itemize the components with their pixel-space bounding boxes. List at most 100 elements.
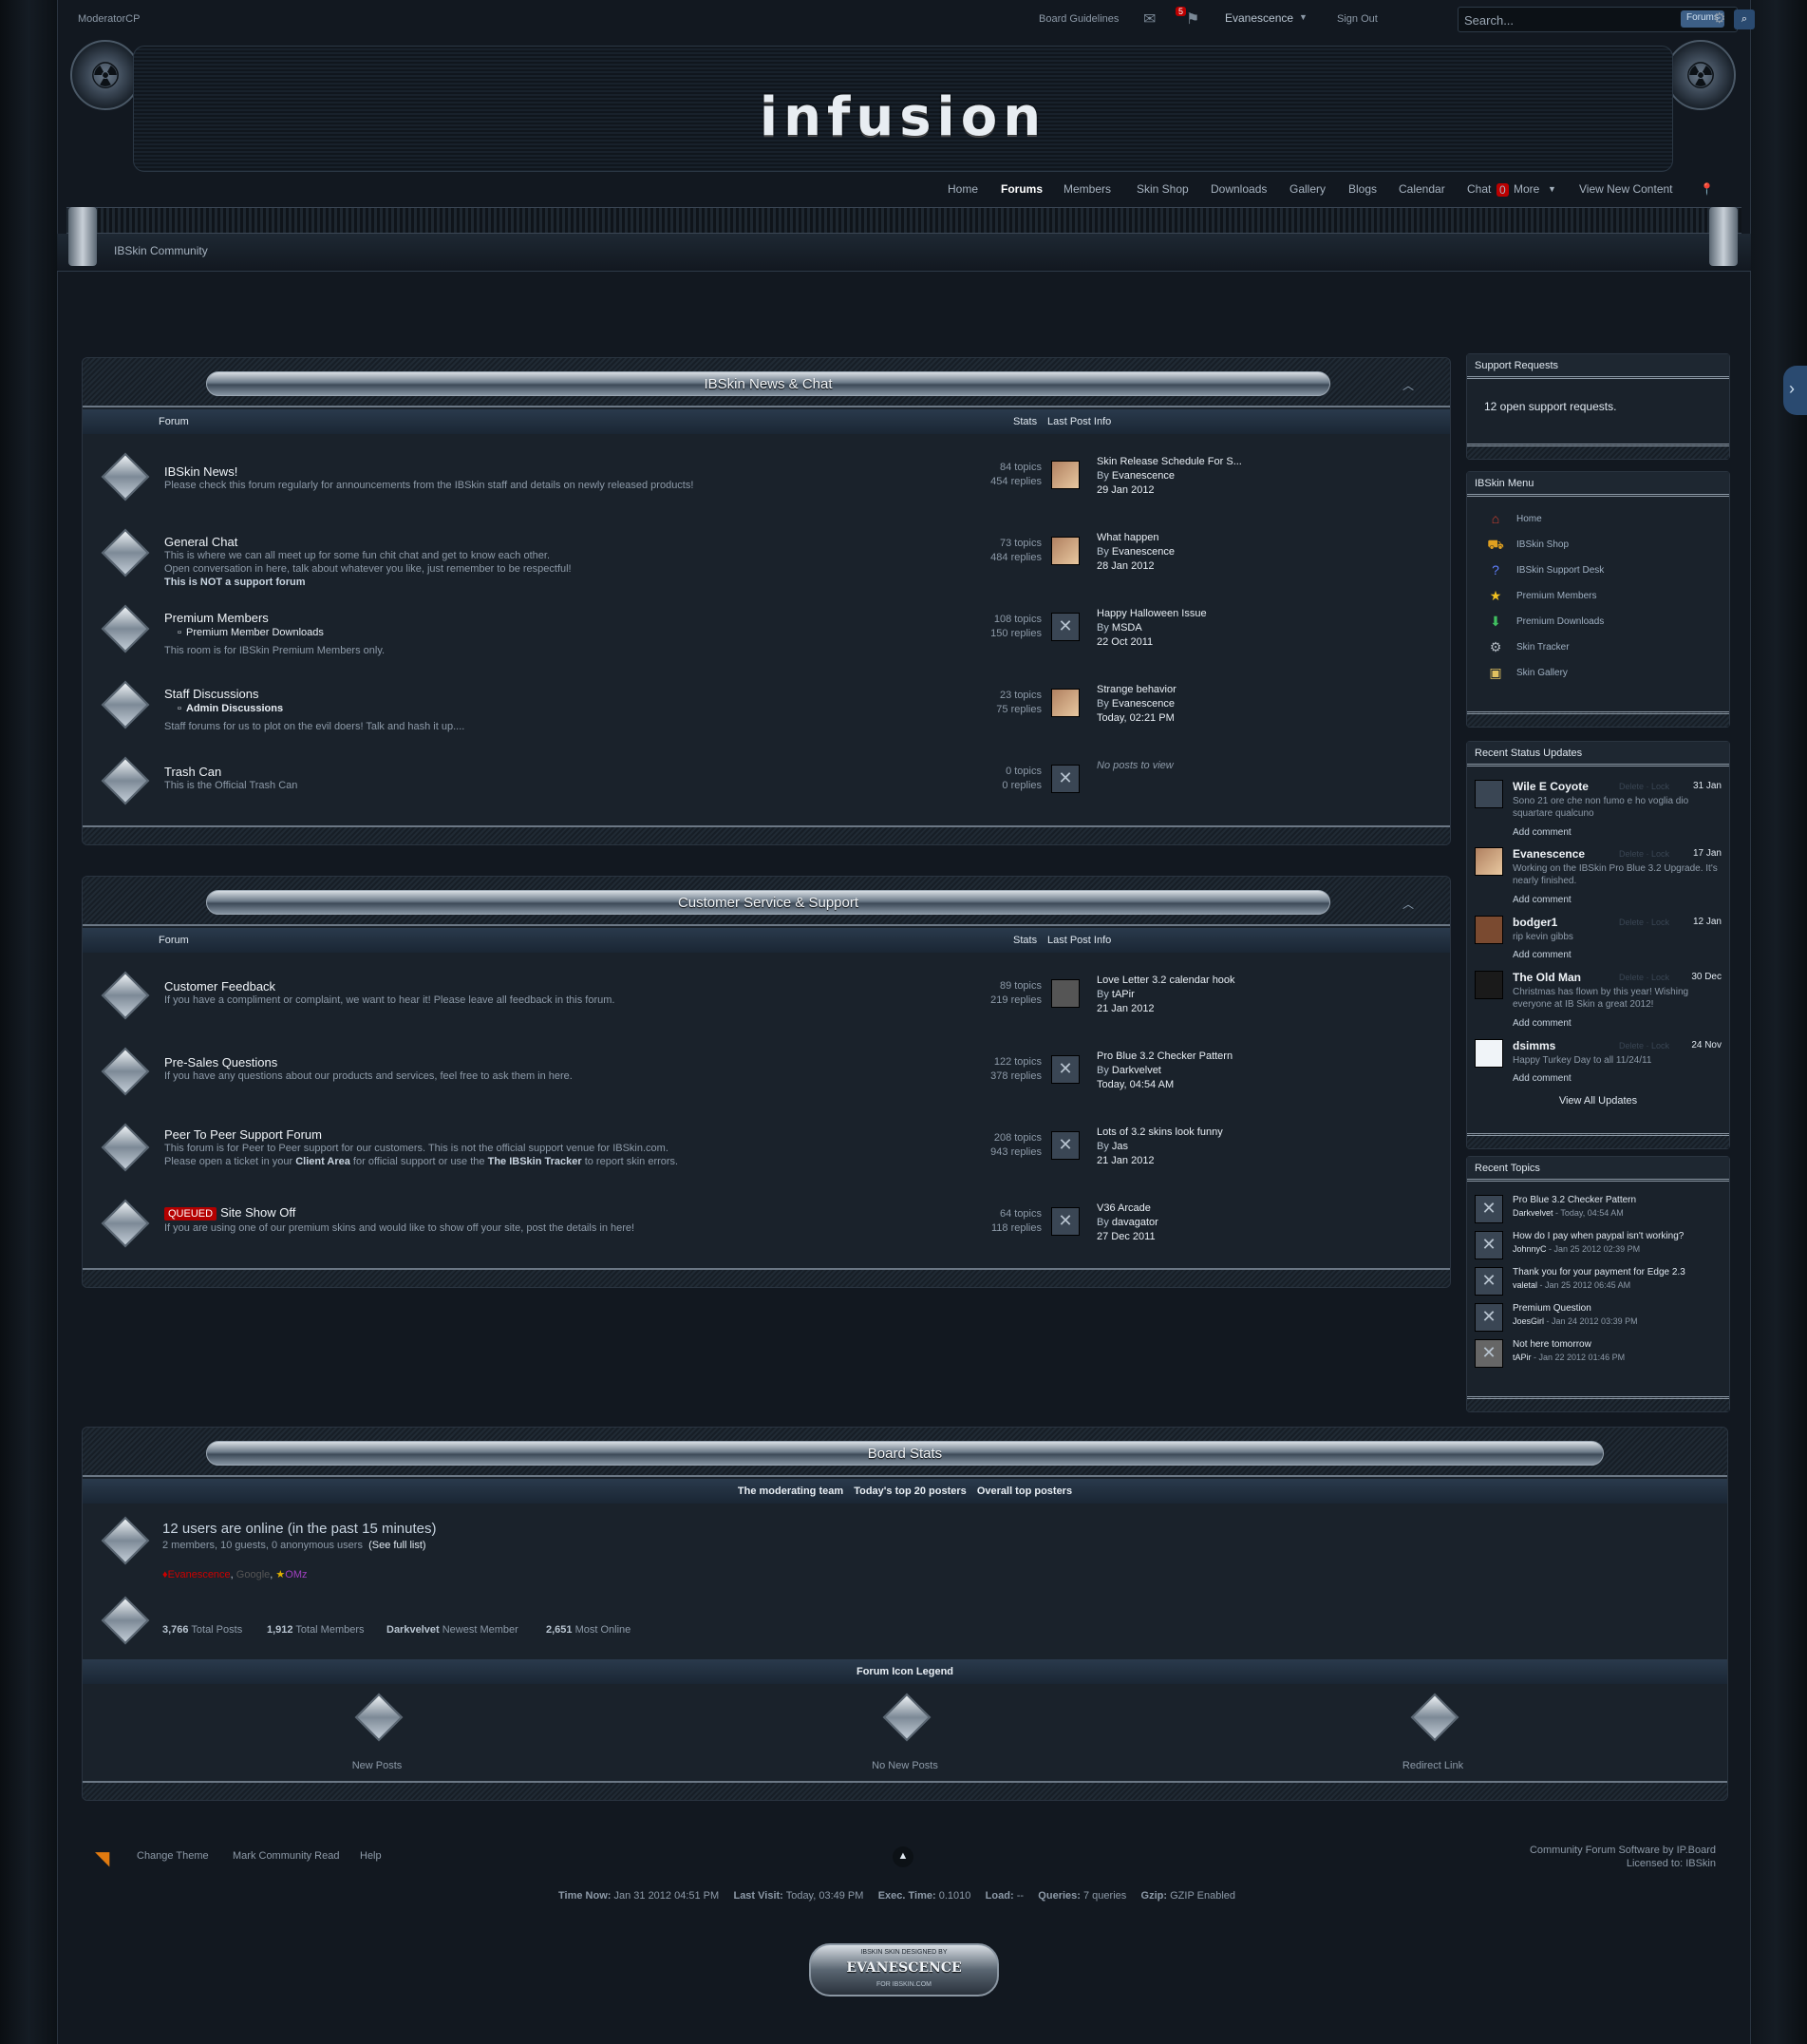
site-logo[interactable]: infusion <box>134 86 1672 148</box>
last-post-date[interactable]: 28 Jan 2012 <box>1097 559 1175 574</box>
avatar[interactable] <box>1475 1267 1503 1296</box>
status-user[interactable]: bodger1 <box>1513 916 1557 929</box>
nav-forums[interactable]: Forums <box>1001 182 1043 196</box>
last-post-user[interactable]: Evanescence <box>1112 546 1175 558</box>
inbox-icon[interactable]: ✉ <box>1143 9 1156 28</box>
last-post-user[interactable]: Darkvelvet <box>1112 1065 1161 1076</box>
nav-view-new-content[interactable]: View New Content <box>1579 182 1673 196</box>
avatar[interactable] <box>1051 537 1080 565</box>
topic-user[interactable]: Darkvelvet <box>1513 1208 1553 1218</box>
forum-name[interactable]: Staff Discussions <box>164 687 258 701</box>
breadcrumb[interactable]: IBSkin Community <box>114 244 208 257</box>
overall-top-posters-link[interactable]: Overall top posters <box>977 1486 1072 1497</box>
lock-link[interactable]: Lock <box>1651 849 1669 859</box>
topic-title[interactable]: Not here tomorrow <box>1513 1339 1591 1350</box>
forum-name[interactable]: Trash Can <box>164 765 221 779</box>
tracker-link[interactable]: The IBSkin Tracker <box>488 1156 582 1167</box>
last-post-date[interactable]: Today, 02:21 PM <box>1097 711 1176 726</box>
sign-out-link[interactable]: Sign Out <box>1337 13 1378 25</box>
add-comment-link[interactable]: Add comment <box>1513 1018 1572 1029</box>
forum-name[interactable]: IBSkin News! <box>164 464 237 479</box>
category-title-pill[interactable]: Customer Service & Support <box>206 890 1330 915</box>
last-post-title[interactable]: Strange behavior <box>1097 683 1176 697</box>
lock-link[interactable]: Lock <box>1651 918 1669 927</box>
delete-link[interactable]: Delete <box>1619 849 1644 859</box>
last-post-title[interactable]: Skin Release Schedule For S... <box>1097 455 1242 469</box>
avatar[interactable] <box>1475 1339 1503 1368</box>
back-to-top-arrow-icon[interactable]: ▲ <box>893 1846 913 1867</box>
topic-title[interactable]: Premium Question <box>1513 1303 1591 1314</box>
topic-title[interactable]: Thank you for your payment for Edge 2.3 <box>1513 1267 1685 1278</box>
last-post-date[interactable]: 29 Jan 2012 <box>1097 483 1242 498</box>
last-post-title[interactable]: Happy Halloween Issue <box>1097 607 1207 621</box>
forum-name[interactable]: Peer To Peer Support Forum <box>164 1127 322 1142</box>
credit-line1[interactable]: Community Forum Software by IP.Board <box>1530 1845 1716 1856</box>
forum-name[interactable]: Site Show Off <box>220 1205 295 1220</box>
settings-gear-icon[interactable]: ⚙ <box>1713 9 1725 27</box>
delete-link[interactable]: Delete <box>1619 1041 1644 1050</box>
last-post-user[interactable]: tAPir <box>1112 989 1135 1000</box>
delete-link[interactable]: Delete <box>1619 782 1644 791</box>
help-link[interactable]: Help <box>360 1850 382 1862</box>
delete-link[interactable]: Delete <box>1619 918 1644 927</box>
avatar[interactable] <box>1475 1195 1503 1223</box>
last-post-user[interactable]: Jas <box>1112 1141 1128 1152</box>
subforum-link[interactable]: Admin Discussions <box>186 703 283 714</box>
collapse-chevron-up-icon[interactable]: ︿ <box>1402 377 1420 392</box>
notifications-icon[interactable]: ⚑ <box>1186 9 1199 28</box>
last-post-user[interactable]: Evanescence <box>1112 698 1175 710</box>
mark-read-link[interactable]: Mark Community Read <box>233 1850 339 1862</box>
support-requests-text[interactable]: 12 open support requests. <box>1484 400 1616 413</box>
avatar[interactable] <box>1475 1231 1503 1259</box>
last-post-date[interactable]: 27 Dec 2011 <box>1097 1230 1158 1244</box>
avatar[interactable] <box>1051 689 1080 717</box>
nav-chat[interactable]: Chat <box>1467 182 1491 196</box>
see-full-list-link[interactable]: (See full list) <box>368 1540 426 1551</box>
status-user[interactable]: dsimms <box>1513 1039 1555 1052</box>
location-pin-icon[interactable]: 📍 <box>1700 182 1714 196</box>
avatar[interactable] <box>1475 916 1503 944</box>
add-comment-link[interactable]: Add comment <box>1513 950 1572 960</box>
forum-name[interactable]: Premium Members <box>164 611 269 625</box>
subforum-link[interactable]: Premium Member Downloads <box>186 627 324 638</box>
avatar[interactable] <box>1051 979 1080 1008</box>
add-comment-link[interactable]: Add comment <box>1513 1073 1572 1084</box>
collapse-chevron-up-icon[interactable]: ︿ <box>1402 896 1420 911</box>
online-user[interactable]: Google <box>236 1569 270 1580</box>
client-area-link[interactable]: Client Area <box>295 1156 350 1167</box>
rss-feed-icon[interactable]: ◥ <box>95 1846 109 1870</box>
view-all-updates-link[interactable]: View All Updates <box>1467 1095 1729 1107</box>
topic-title[interactable]: Pro Blue 3.2 Checker Pattern <box>1513 1195 1636 1205</box>
more-chevron-down-icon[interactable]: ▼ <box>1548 184 1556 194</box>
last-post-user[interactable]: Evanescence <box>1112 470 1175 482</box>
nav-members[interactable]: Members <box>1063 182 1111 196</box>
online-user[interactable]: Evanescence <box>168 1569 231 1580</box>
avatar[interactable] <box>1475 1039 1503 1068</box>
avatar[interactable] <box>1051 461 1080 489</box>
topic-user[interactable]: valetal <box>1513 1280 1537 1290</box>
topic-user[interactable]: JohnnyC <box>1513 1244 1547 1254</box>
top-20-posters-link[interactable]: Today's top 20 posters <box>854 1486 967 1497</box>
forum-name[interactable]: General Chat <box>164 535 237 549</box>
last-post-date[interactable]: Today, 04:54 AM <box>1097 1078 1233 1092</box>
avatar[interactable] <box>1475 847 1503 876</box>
last-post-title[interactable]: V36 Arcade <box>1097 1202 1158 1216</box>
add-comment-link[interactable]: Add comment <box>1513 827 1572 838</box>
nav-skin-shop[interactable]: Skin Shop <box>1137 182 1189 196</box>
chevron-down-icon[interactable]: ▼ <box>1299 12 1308 22</box>
last-post-date[interactable]: 21 Jan 2012 <box>1097 1002 1235 1016</box>
user-menu[interactable]: Evanescence <box>1225 11 1293 25</box>
nav-blogs[interactable]: Blogs <box>1348 182 1377 196</box>
status-user[interactable]: The Old Man <box>1513 971 1581 984</box>
avatar[interactable] <box>1475 971 1503 999</box>
side-panel-toggle[interactable]: › <box>1783 366 1807 415</box>
forum-name[interactable]: Pre-Sales Questions <box>164 1055 277 1069</box>
status-user[interactable]: Wile E Coyote <box>1513 780 1589 793</box>
lock-link[interactable]: Lock <box>1651 1041 1669 1050</box>
online-user[interactable]: OMz <box>285 1569 307 1580</box>
nav-home[interactable]: Home <box>948 182 978 196</box>
nav-calendar[interactable]: Calendar <box>1399 182 1445 196</box>
designer-badge[interactable]: IBSKIN SKIN DESIGNED BY EVANESCENCE FOR … <box>809 1943 999 1997</box>
status-user[interactable]: Evanescence <box>1513 847 1585 861</box>
avatar[interactable] <box>1051 1055 1080 1084</box>
